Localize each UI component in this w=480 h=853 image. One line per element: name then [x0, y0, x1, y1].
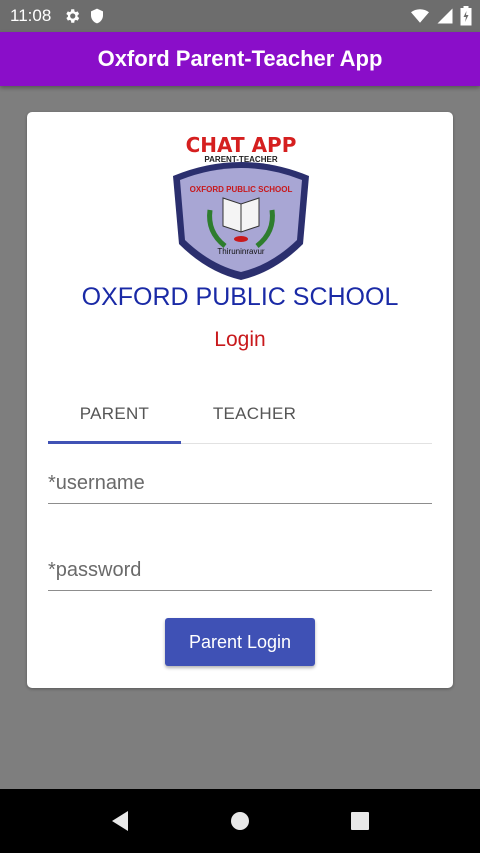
logo-place-text: Thiruninravur — [217, 247, 264, 256]
school-logo: CHAT APP PARENT-TEACHER OXFORD PUBLIC SC… — [173, 133, 309, 280]
school-name: OXFORD PUBLIC SCHOOL — [81, 283, 399, 311]
password-input[interactable] — [48, 551, 432, 589]
login-heading: Login — [214, 328, 266, 351]
signal-icon — [437, 8, 453, 24]
back-button[interactable] — [90, 789, 150, 853]
tab-teacher[interactable]: TEACHER — [188, 384, 321, 443]
username-input[interactable] — [48, 464, 432, 502]
home-icon — [231, 812, 249, 830]
password-field — [48, 551, 432, 591]
wifi-icon — [411, 9, 429, 23]
tab-indicator — [48, 441, 181, 444]
username-field — [48, 464, 432, 504]
shield-icon — [91, 8, 104, 24]
navigation-bar — [0, 789, 480, 853]
status-bar: 11:08 — [0, 0, 480, 32]
back-icon — [112, 811, 128, 831]
logo-top-text: CHAT APP — [186, 133, 297, 157]
recents-button[interactable] — [330, 789, 390, 853]
status-time: 11:08 — [10, 6, 52, 25]
app-bar: Oxford Parent-Teacher App — [0, 32, 480, 86]
parent-login-button[interactable]: Parent Login — [165, 618, 315, 666]
battery-icon — [460, 6, 472, 26]
tab-parent[interactable]: PARENT — [48, 384, 181, 443]
login-card: CHAT APP PARENT-TEACHER OXFORD PUBLIC SC… — [27, 112, 453, 688]
gear-icon — [66, 9, 80, 23]
recents-icon — [351, 812, 369, 830]
logo-crest-text: OXFORD PUBLIC SCHOOL — [190, 185, 293, 194]
login-tabs: PARENT TEACHER — [48, 384, 432, 444]
home-button[interactable] — [210, 789, 270, 853]
app-title: Oxford Parent-Teacher App — [97, 46, 383, 71]
